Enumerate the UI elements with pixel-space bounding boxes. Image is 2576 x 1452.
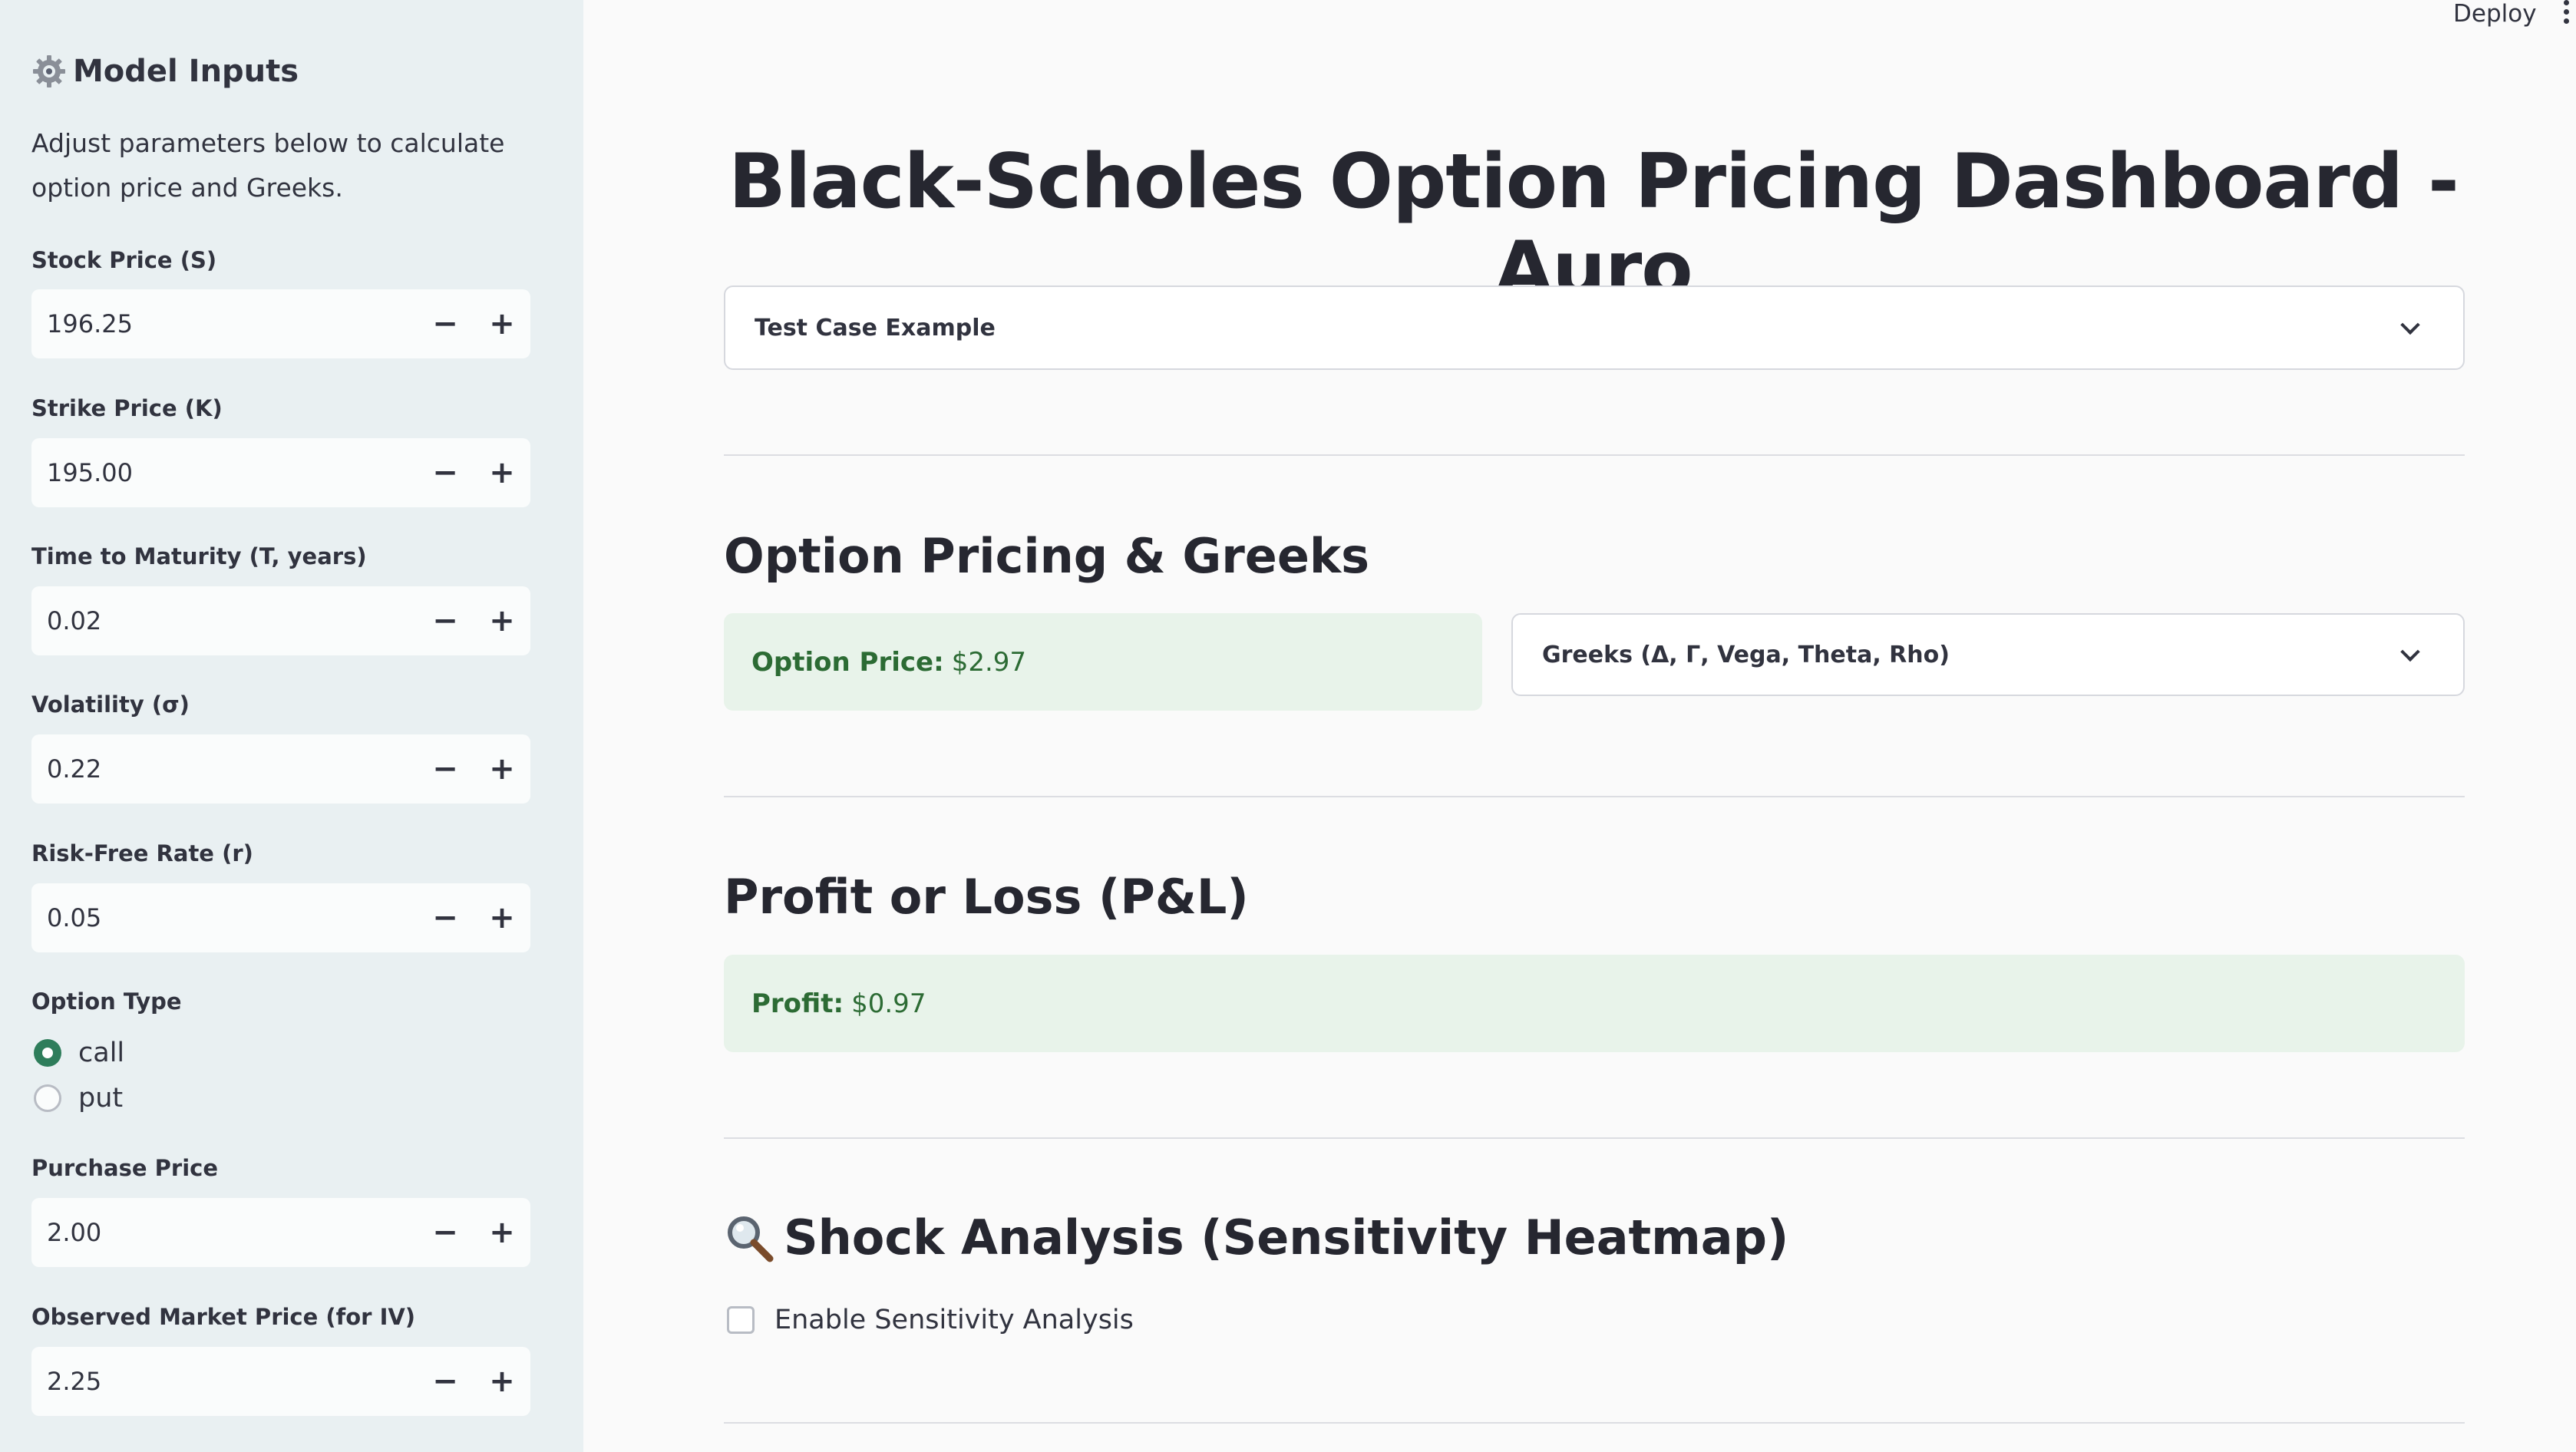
radio-option-call[interactable]: call	[34, 1038, 124, 1068]
radio-button-selected[interactable]	[34, 1039, 61, 1067]
sensitivity-analysis-checkbox[interactable]	[727, 1306, 755, 1334]
observed-market-price-input[interactable]: 2.25 − +	[31, 1347, 530, 1416]
deploy-button[interactable]: Deploy	[2453, 0, 2537, 28]
main-menu-icon[interactable]	[2564, 0, 2571, 26]
test-case-expander[interactable]: Test Case Example	[724, 285, 2465, 370]
radio-call-label: call	[78, 1038, 125, 1068]
divider	[724, 454, 2465, 456]
risk-free-rate-increment-button[interactable]: +	[474, 883, 530, 952]
chevron-down-icon	[2400, 315, 2420, 335]
sidebar-title: Model Inputs	[31, 54, 299, 89]
time-to-maturity-value[interactable]: 0.02	[31, 606, 417, 635]
pnl-section-heading: Profit or Loss (P&L)	[724, 869, 1249, 925]
divider	[724, 1137, 2465, 1139]
risk-free-rate-decrement-button[interactable]: −	[417, 883, 474, 952]
purchase-price-decrement-button[interactable]: −	[417, 1198, 474, 1267]
strike-price-label: Strike Price (K)	[31, 395, 223, 421]
greeks-expander-label: Greeks (Δ, Γ, Vega, Theta, Rho)	[1542, 641, 1950, 668]
time-to-maturity-label: Time to Maturity (T, years)	[31, 543, 367, 569]
observed-market-price-increment-button[interactable]: +	[474, 1347, 530, 1416]
strike-price-increment-button[interactable]: +	[474, 438, 530, 507]
volatility-value[interactable]: 0.22	[31, 754, 417, 784]
option-price-label: Option Price:	[751, 646, 944, 678]
time-to-maturity-input[interactable]: 0.02 − +	[31, 586, 530, 655]
purchase-price-increment-button[interactable]: +	[474, 1198, 530, 1267]
observed-market-price-label: Observed Market Price (for IV)	[31, 1304, 416, 1330]
pricing-section-heading: Option Pricing & Greeks	[724, 528, 1370, 584]
option-price-alert: Option Price: $2.97	[724, 613, 1482, 711]
stock-price-label: Stock Price (S)	[31, 247, 217, 273]
shock-section-heading-text: Shock Analysis (Sensitivity Heatmap)	[784, 1209, 1789, 1266]
greeks-expander[interactable]: Greeks (Δ, Γ, Vega, Theta, Rho)	[1511, 613, 2465, 696]
chevron-down-icon	[2400, 642, 2420, 662]
strike-price-value[interactable]: 195.00	[31, 458, 417, 487]
volatility-increment-button[interactable]: +	[474, 734, 530, 804]
risk-free-rate-label: Risk-Free Rate (r)	[31, 840, 253, 866]
sensitivity-analysis-label: Enable Sensitivity Analysis	[774, 1305, 1134, 1335]
divider	[724, 796, 2465, 797]
stock-price-value[interactable]: 196.25	[31, 309, 417, 338]
radio-put-label: put	[78, 1083, 124, 1114]
purchase-price-value[interactable]: 2.00	[31, 1218, 417, 1247]
strike-price-input[interactable]: 195.00 − +	[31, 438, 530, 507]
radio-option-put[interactable]: put	[34, 1083, 123, 1114]
option-price-value: $2.97	[951, 646, 1027, 678]
test-case-expander-label: Test Case Example	[755, 314, 996, 342]
option-type-label: Option Type	[31, 988, 182, 1015]
observed-market-price-decrement-button[interactable]: −	[417, 1347, 474, 1416]
stock-price-input[interactable]: 196.25 − +	[31, 289, 530, 358]
profit-value: $0.97	[851, 988, 926, 1019]
sidebar: Model Inputs Adjust parameters below to …	[0, 0, 583, 1452]
sidebar-title-text: Model Inputs	[73, 54, 299, 89]
risk-free-rate-input[interactable]: 0.05 − +	[31, 883, 530, 952]
shock-section-heading: Shock Analysis (Sensitivity Heatmap)	[724, 1209, 1788, 1266]
sensitivity-analysis-toggle[interactable]: Enable Sensitivity Analysis	[727, 1305, 1134, 1335]
stock-price-decrement-button[interactable]: −	[417, 289, 474, 358]
divider	[724, 1422, 2465, 1424]
volatility-label: Volatility (σ)	[31, 691, 190, 718]
purchase-price-label: Purchase Price	[31, 1155, 218, 1181]
time-to-maturity-increment-button[interactable]: +	[474, 586, 530, 655]
radio-button-unselected[interactable]	[34, 1084, 61, 1112]
risk-free-rate-value[interactable]: 0.05	[31, 903, 417, 932]
volatility-input[interactable]: 0.22 − +	[31, 734, 530, 804]
gear-icon	[31, 54, 67, 89]
volatility-decrement-button[interactable]: −	[417, 734, 474, 804]
time-to-maturity-decrement-button[interactable]: −	[417, 586, 474, 655]
observed-market-price-value[interactable]: 2.25	[31, 1367, 417, 1396]
purchase-price-input[interactable]: 2.00 − +	[31, 1198, 530, 1267]
stock-price-increment-button[interactable]: +	[474, 289, 530, 358]
profit-alert: Profit: $0.97	[724, 955, 2465, 1052]
strike-price-decrement-button[interactable]: −	[417, 438, 474, 507]
magnifier-icon	[724, 1213, 774, 1263]
sidebar-description: Adjust parameters below to calculate opt…	[31, 128, 505, 203]
profit-label: Profit:	[751, 988, 844, 1019]
